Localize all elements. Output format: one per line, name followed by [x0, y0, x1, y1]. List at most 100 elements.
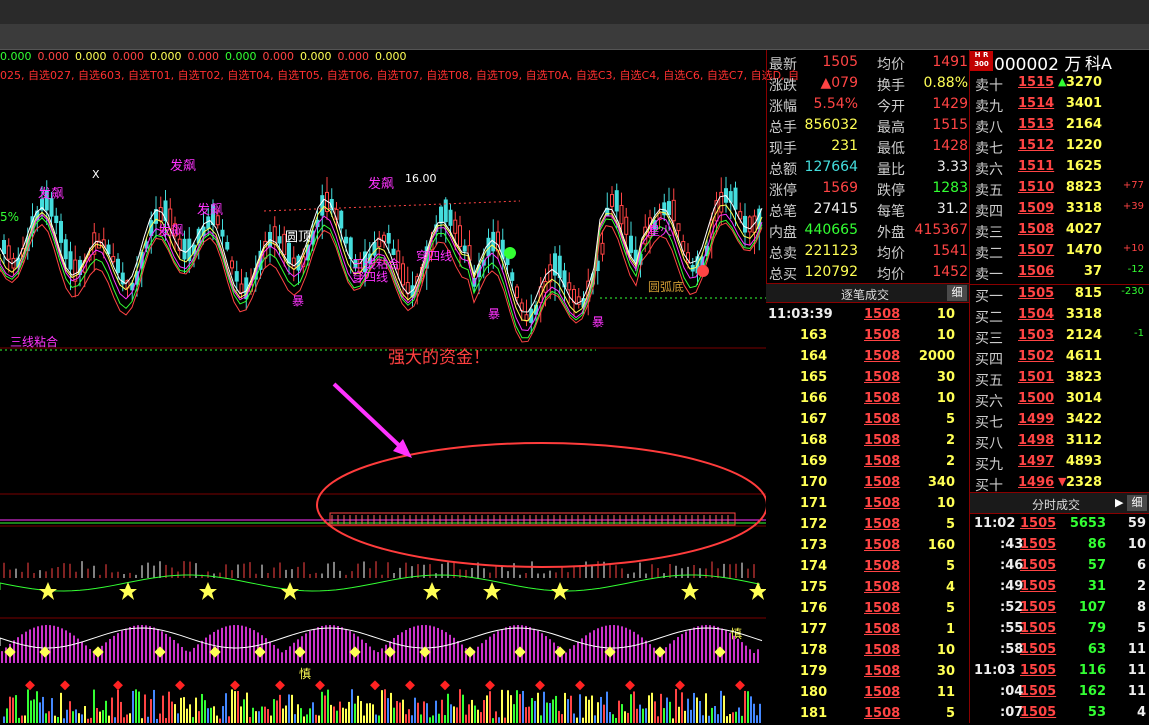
book-label: 卖七 — [975, 141, 1003, 157]
tick-price: 1508 — [864, 391, 901, 406]
diamond-icon — [535, 680, 545, 691]
bid-row: 买二 1504 3318 — [970, 305, 1149, 326]
tick-seq: 181 — [800, 706, 828, 721]
detail-button[interactable]: 细 — [947, 285, 967, 301]
quote-value: 415367 — [914, 222, 968, 238]
tick-price: 1508 — [864, 517, 901, 532]
tick-volume: 10 — [936, 307, 955, 322]
book-label: 卖十 — [975, 78, 1003, 94]
quote-value: 1428 — [932, 138, 968, 154]
candle-body — [733, 187, 738, 210]
signal-label: 发飙 — [170, 158, 196, 174]
book-volume: 2124 — [1065, 328, 1102, 343]
book-price: 1502 — [1018, 349, 1055, 364]
book-volume: 815 — [1074, 286, 1102, 301]
star-icon — [749, 582, 766, 600]
minute-tick-row: :58 1505 63 11 — [970, 640, 1149, 661]
book-label: 买二 — [975, 310, 1003, 326]
tick-seq: 180 — [800, 685, 828, 700]
minute-volume: 86 — [1087, 537, 1106, 552]
book-volume: 8823 — [1065, 180, 1102, 195]
diamond-icon — [735, 680, 745, 691]
tick-row: 176 1508 5 — [766, 599, 969, 620]
tick-price: 1508 — [864, 454, 901, 469]
candle-body — [391, 248, 396, 255]
tick-volume: 2 — [945, 454, 955, 469]
book-price: 1499 — [1018, 412, 1055, 427]
minute-tick-row: :52 1505 107 8 — [970, 598, 1149, 619]
candle-body — [6, 245, 11, 260]
signal-label: 发飙 — [197, 202, 223, 218]
tick-volume: 5 — [945, 517, 955, 532]
smiley-icon — [697, 265, 709, 277]
candle-body — [158, 207, 163, 222]
minute-count: 10 — [1127, 537, 1146, 552]
indicator-value: 0.000 — [187, 50, 220, 63]
minute-tick-row: :49 1505 31 2 — [970, 577, 1149, 598]
down-arrow-icon: ▼ — [1058, 475, 1067, 488]
book-label: 卖九 — [975, 99, 1003, 115]
ask-row: 卖七 1512 1220 — [970, 136, 1149, 157]
candle-body — [63, 239, 68, 260]
quote-label: 总买 — [769, 267, 797, 283]
book-price: 1508 — [1018, 222, 1055, 237]
tick-volume: 2000 — [918, 349, 955, 364]
tick-seq: 175 — [800, 580, 828, 595]
tick-price: 1508 — [864, 580, 901, 595]
minute-volume: 31 — [1087, 579, 1106, 594]
tick-panel-title: 逐笔成交 — [841, 288, 890, 302]
diamond-icon — [654, 646, 666, 658]
diamond-icon — [154, 646, 166, 658]
pattern-label: 星火 — [648, 224, 672, 238]
bid-row: 买六 1500 3014 — [970, 389, 1149, 410]
candle-body — [116, 258, 120, 273]
book-volume: 4027 — [1065, 222, 1102, 237]
tick-volume: 5 — [945, 412, 955, 427]
candle-body — [291, 257, 296, 270]
diamond-icon — [254, 646, 266, 658]
signal-label: 发飙 — [38, 186, 64, 202]
book-label: 卖六 — [975, 162, 1003, 178]
candle-body — [743, 215, 747, 233]
indicator-value: 0.000 — [300, 50, 332, 63]
minute-detail-button[interactable]: 细 — [1127, 495, 1147, 511]
pattern-label: 三线粘合 — [352, 256, 400, 271]
kline-chart-area[interactable]: 0.000 0.000 0.000 0.000 0.000 0.000 0.000 0.000… — [0, 50, 799, 723]
book-price: 1513 — [1018, 117, 1055, 132]
signal-label: 发飙 — [368, 176, 394, 192]
up-arrow-icon: ▲ — [1058, 75, 1067, 88]
diamond-icon — [514, 646, 526, 658]
tick-volume: 11 — [936, 685, 955, 700]
tick-seq: 172 — [800, 517, 828, 532]
indicator-value: 0.000 — [337, 50, 370, 63]
next-arrow-icon[interactable]: ▶ — [1115, 496, 1123, 509]
bid-row: 买十 1496 2328 ▼ — [970, 473, 1149, 494]
watchlist-tabs[interactable]: 025, 自选027, 自选603, 自选T01, 自选T02, 自选T04, … — [0, 67, 799, 82]
candle-body — [287, 242, 291, 264]
tick-volume: 1 — [945, 622, 955, 637]
tick-row: 173 1508 160 — [766, 536, 969, 557]
tick-row: 180 1508 11 — [766, 683, 969, 704]
tick-volume: 5 — [945, 706, 955, 721]
minute-count: 11 — [1127, 684, 1146, 699]
exchange-logo: H R 300 — [970, 51, 993, 71]
book-label: 卖四 — [975, 204, 1003, 220]
quote-row: 总笔 27415 每笔 31.2 — [767, 199, 970, 220]
book-price: 1506 — [1018, 264, 1055, 279]
book-price: 1515 — [1018, 75, 1055, 90]
quote-label: 现手 — [769, 141, 797, 157]
diamond-icon — [625, 680, 635, 691]
tick-price: 1508 — [864, 559, 901, 574]
diamond-icon — [714, 646, 726, 658]
indicator-value: 0.000 — [150, 50, 182, 63]
stock-name: 科A — [1085, 54, 1112, 73]
signal-label: 发飙 — [158, 223, 184, 239]
indicator-value: 0.000 — [0, 50, 32, 63]
candle-body — [614, 190, 619, 212]
candle-body — [220, 229, 225, 237]
smiley-icon — [504, 247, 516, 259]
candle-body — [225, 241, 230, 250]
quote-label: 今开 — [877, 99, 905, 115]
candle-body — [401, 263, 405, 286]
book-label: 买六 — [975, 394, 1003, 410]
